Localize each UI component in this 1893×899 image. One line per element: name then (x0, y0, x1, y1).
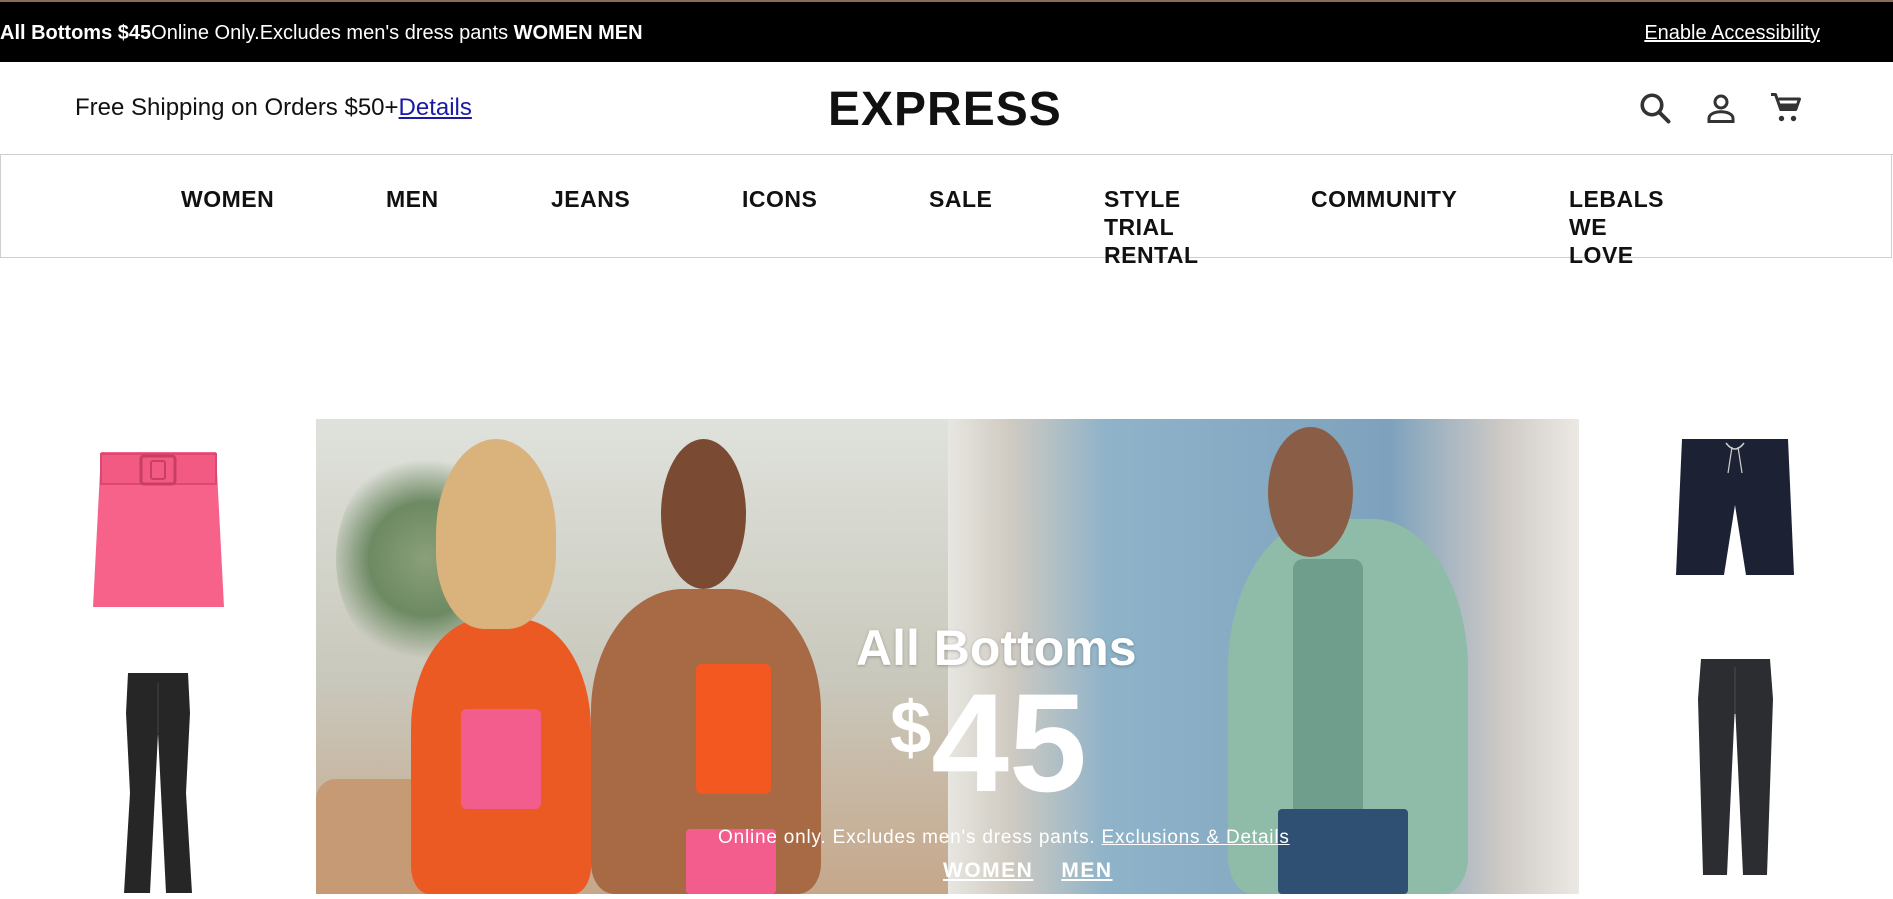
nav-icons[interactable]: ICONS (742, 185, 817, 213)
express-logo[interactable]: EXPRESS (828, 82, 1062, 137)
hero-price-value: 45 (931, 664, 1087, 821)
nav-men[interactable]: MEN (386, 185, 439, 213)
nav-lebals-we-love[interactable]: LEBALS WE LOVE (1569, 185, 1664, 269)
product-black-slim-jeans[interactable] (1698, 659, 1773, 877)
nav-sale[interactable]: SALE (929, 185, 992, 213)
product-black-flare-jeans[interactable] (124, 673, 192, 894)
enable-accessibility-link[interactable]: Enable Accessibility (1644, 22, 1820, 45)
hero-subtext-text: Online only. Excludes men's dress pants. (718, 827, 1102, 848)
nav-jeans[interactable]: JEANS (551, 185, 630, 213)
shipping-text: Free Shipping on Orders $50+ (75, 94, 399, 121)
hero-men-link[interactable]: MEN (1061, 859, 1112, 882)
search-icon[interactable] (1637, 90, 1673, 126)
product-navy-shorts[interactable] (1676, 437, 1794, 580)
promo-message: All Bottoms $45Online Only.Excludes men'… (0, 22, 643, 45)
hero-shop-links: WOMEN MEN (943, 859, 1141, 883)
nav-women[interactable]: WOMEN (181, 185, 274, 213)
hero-text-overlay: All Bottoms $45 Online only. Excludes me… (316, 419, 1579, 894)
nav-style-trial-rental-line3: RENTAL (1104, 242, 1199, 268)
nav-style-trial-rental-line2: TRIAL (1104, 214, 1175, 240)
main-nav: WOMEN MEN JEANS ICONS SALE STYLE TRIAL R… (0, 155, 1892, 268)
shipping-details-link[interactable]: Details (399, 94, 472, 121)
nav-style-trial-rental[interactable]: STYLE TRIAL RENTAL (1104, 185, 1199, 269)
account-icon[interactable] (1703, 90, 1739, 126)
promo-text: Online Only.Excludes men's dress pants (151, 22, 514, 44)
promo-bold-text: All Bottoms $45 (0, 22, 152, 44)
hero-subtext: Online only. Excludes men's dress pants.… (718, 827, 1290, 849)
product-pink-skirt[interactable] (93, 448, 224, 611)
nav-style-trial-rental-line1: STYLE (1104, 186, 1181, 212)
hero-price-currency: $ (890, 686, 932, 769)
nav-lebals-line3: LOVE (1569, 242, 1634, 268)
site-header: Free Shipping on Orders $50+Details EXPR… (0, 62, 1893, 155)
promo-bar: All Bottoms $45Online Only.Excludes men'… (0, 0, 1893, 62)
hero-price: $45 (890, 673, 1087, 813)
free-shipping-message: Free Shipping on Orders $50+Details (75, 94, 472, 122)
hero-banner[interactable]: All Bottoms $45 Online only. Excludes me… (316, 419, 1579, 894)
nav-lebals-line2: WE (1569, 214, 1608, 240)
promo-men-link[interactable]: MEN (598, 22, 642, 44)
nav-community[interactable]: COMMUNITY (1311, 185, 1457, 213)
exclusions-details-link[interactable]: Exclusions & Details (1102, 827, 1290, 848)
promo-women-link[interactable]: WOMEN (514, 22, 593, 44)
cart-icon[interactable] (1768, 90, 1804, 126)
nav-lebals-line1: LEBALS (1569, 186, 1664, 212)
hero-women-link[interactable]: WOMEN (943, 859, 1033, 882)
